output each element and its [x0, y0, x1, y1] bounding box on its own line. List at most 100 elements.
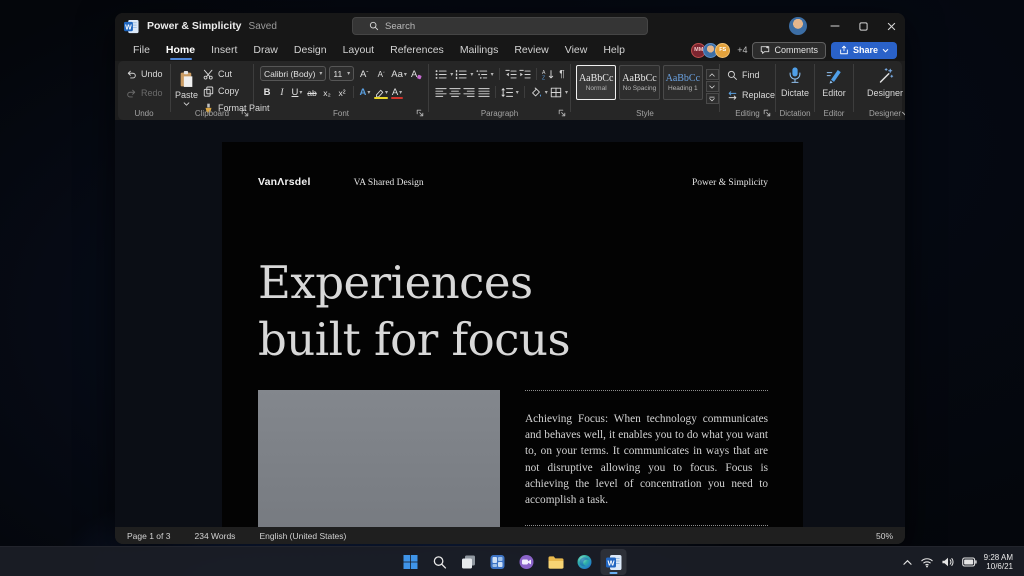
italic-button[interactable]: I: [275, 85, 289, 99]
document-heading: Experiences built for focus: [258, 254, 570, 368]
font-size-select[interactable]: 11▾: [329, 66, 354, 81]
task-view-button[interactable]: [456, 549, 482, 575]
desktop: W Power & Simplicity Saved Search: [0, 0, 1024, 576]
style-gallery-down-button[interactable]: [706, 81, 719, 92]
redo-button[interactable]: Redo: [126, 86, 170, 100]
word-count[interactable]: 234 Words: [194, 531, 235, 541]
taskbar-clock[interactable]: 9:28 AM 10/6/21: [984, 553, 1013, 572]
style-heading-1[interactable]: AaBbCc Heading 1: [663, 65, 703, 100]
tab-file[interactable]: File: [125, 39, 158, 61]
tab-draw[interactable]: Draw: [245, 39, 286, 61]
widgets-button[interactable]: [485, 549, 511, 575]
edge-browser-button[interactable]: [572, 549, 598, 575]
cut-scissors-icon: [203, 69, 214, 80]
comments-button[interactable]: Comments: [752, 42, 826, 59]
language-indicator[interactable]: English (United States): [259, 531, 346, 541]
start-button[interactable]: [398, 549, 424, 575]
tab-layout[interactable]: Layout: [335, 39, 383, 61]
font-dialog-launcher-icon[interactable]: [416, 109, 424, 117]
line-spacing-button[interactable]: [501, 85, 513, 99]
file-explorer-button[interactable]: [543, 549, 569, 575]
sort-button[interactable]: A Z: [542, 67, 554, 81]
font-family-select[interactable]: Calibri (Body)▾: [260, 66, 326, 81]
highlight-color-button[interactable]: ▾: [373, 85, 389, 99]
collapse-ribbon-chevron-icon[interactable]: [901, 111, 905, 117]
clipboard-dialog-launcher-icon[interactable]: [241, 109, 249, 117]
multilevel-list-button[interactable]: [475, 67, 487, 81]
dictate-button[interactable]: Dictate: [776, 61, 814, 98]
strikethrough-button[interactable]: ab: [305, 85, 319, 99]
group-label-paragraph: Paragraph: [429, 109, 570, 118]
document-title: Power & Simplicity: [147, 20, 242, 32]
style-no-spacing[interactable]: AaBbCc No Spacing: [619, 65, 659, 100]
wifi-icon[interactable]: [920, 556, 934, 568]
text-effects-button[interactable]: A▾: [358, 85, 372, 99]
avatar-fs[interactable]: FS: [715, 43, 730, 58]
style-normal[interactable]: AaBbCc Normal: [576, 65, 616, 100]
search-input[interactable]: Search: [352, 17, 648, 35]
designer-button[interactable]: Designer: [854, 61, 905, 98]
find-button[interactable]: Find: [727, 68, 775, 82]
show-formatting-button[interactable]: ¶: [556, 67, 568, 81]
grow-font-button[interactable]: Aˆ: [357, 67, 371, 81]
tab-mailings[interactable]: Mailings: [452, 39, 507, 61]
tab-design[interactable]: Design: [286, 39, 335, 61]
undo-icon: [126, 69, 137, 80]
document-canvas[interactable]: VanΛrsdel VA Shared Design Power & Simpl…: [115, 120, 905, 527]
editor-button[interactable]: Editor: [815, 61, 853, 98]
tab-home[interactable]: Home: [158, 39, 203, 61]
subscript-button[interactable]: x₂: [320, 85, 334, 99]
superscript-button[interactable]: x²: [335, 85, 349, 99]
increase-indent-button[interactable]: [519, 67, 531, 81]
ribbon-group-editing: Find Replace Editing: [720, 61, 775, 120]
chat-button[interactable]: [514, 549, 540, 575]
clear-formatting-button[interactable]: A: [410, 67, 424, 81]
decrease-indent-button[interactable]: [504, 67, 516, 81]
bullet-list-button[interactable]: [435, 67, 447, 81]
editing-dialog-launcher-icon[interactable]: [763, 109, 771, 117]
speaker-icon[interactable]: [941, 556, 955, 568]
numbered-list-button[interactable]: [455, 67, 467, 81]
align-right-button[interactable]: [463, 85, 475, 99]
highlighter-pen-icon: [374, 89, 384, 99]
hidden-icons-chevron-icon[interactable]: [902, 558, 913, 566]
style-gallery-expand-button[interactable]: [706, 93, 719, 104]
font-color-button[interactable]: A▾: [390, 85, 404, 99]
mini-divider: [499, 68, 500, 80]
align-center-button[interactable]: [449, 85, 461, 99]
align-left-button[interactable]: [435, 85, 447, 99]
share-button[interactable]: Share: [831, 42, 897, 59]
word-taskbar-button[interactable]: W: [601, 549, 627, 575]
change-case-button[interactable]: Aa▾: [391, 67, 407, 81]
ribbon-group-clipboard: Paste Cut: [171, 61, 253, 120]
borders-button[interactable]: [550, 85, 562, 99]
close-button[interactable]: [877, 13, 905, 39]
battery-icon[interactable]: [962, 557, 977, 567]
page-indicator[interactable]: Page 1 of 3: [127, 531, 170, 541]
shrink-font-button[interactable]: Aˇ: [374, 67, 388, 81]
undo-button[interactable]: Undo: [126, 67, 170, 81]
tab-help[interactable]: Help: [595, 39, 633, 61]
shading-bucket-icon: [530, 87, 542, 98]
bold-button[interactable]: B: [260, 85, 274, 99]
paragraph-dialog-launcher-icon[interactable]: [558, 109, 566, 117]
group-label-undo: Undo: [118, 109, 170, 118]
tab-insert[interactable]: Insert: [203, 39, 245, 61]
tab-view[interactable]: View: [557, 39, 596, 61]
underline-button[interactable]: U▾: [290, 85, 304, 99]
justify-button[interactable]: [478, 85, 490, 99]
maximize-button[interactable]: [849, 13, 877, 39]
tab-review[interactable]: Review: [506, 39, 556, 61]
zoom-level[interactable]: 50%: [876, 531, 893, 541]
document-page[interactable]: VanΛrsdel VA Shared Design Power & Simpl…: [222, 142, 803, 527]
style-gallery-up-button[interactable]: [706, 69, 719, 80]
replace-button[interactable]: Replace: [727, 88, 775, 102]
taskbar-search-button[interactable]: [427, 549, 453, 575]
document-image[interactable]: [258, 390, 500, 527]
user-avatar[interactable]: [789, 17, 807, 35]
more-collaborators[interactable]: +4: [737, 45, 747, 55]
minimize-button[interactable]: [821, 13, 849, 39]
tab-references[interactable]: References: [382, 39, 452, 61]
collaborator-avatars[interactable]: MM FS: [691, 43, 730, 58]
shading-button[interactable]: [530, 85, 542, 99]
